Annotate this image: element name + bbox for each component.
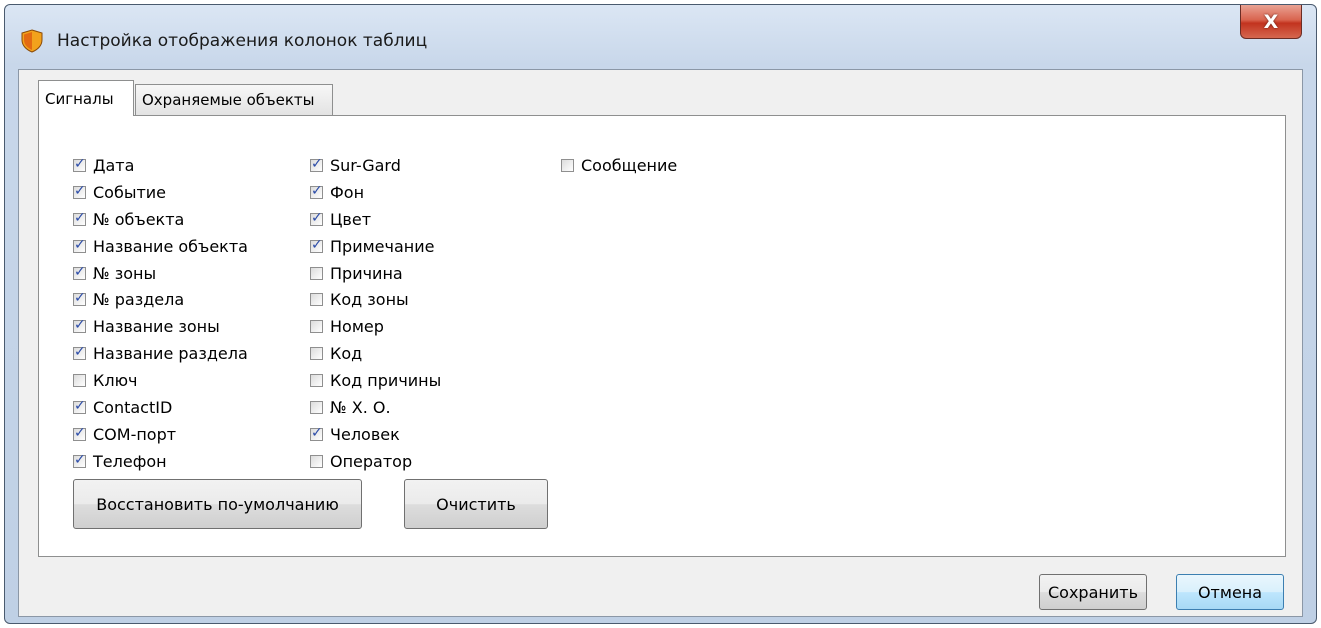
checkbox[interactable] (73, 210, 86, 226)
checkbox-option[interactable]: Номер (310, 313, 441, 340)
checkbox[interactable] (310, 400, 323, 414)
restore-defaults-label: Восстановить по-умолчанию (96, 494, 339, 514)
checkbox-column-2: Sur-Gard Фон Цвет Примечание Причина Код зоны… (310, 152, 441, 475)
checkbox-label: Ключ (93, 371, 138, 391)
save-button[interactable]: Сохранить (1039, 574, 1147, 610)
checkbox[interactable] (310, 347, 323, 361)
checkbox-option[interactable]: № Х. О. (310, 394, 441, 421)
checkbox-label: Причина (330, 263, 403, 283)
checkbox-option[interactable]: Название зоны (73, 313, 248, 340)
checkbox-option[interactable]: Цвет (310, 206, 441, 233)
checkbox[interactable] (310, 320, 323, 334)
checkbox-option[interactable]: Сообщение (561, 152, 677, 179)
checkbox-label: Название объекта (93, 236, 248, 256)
checkbox-label: Фон (330, 182, 365, 202)
checkbox-option[interactable]: № зоны (73, 260, 248, 287)
checkbox[interactable] (73, 425, 86, 441)
restore-defaults-button[interactable]: Восстановить по-умолчанию (73, 479, 362, 529)
checkbox-option[interactable]: Оператор (310, 448, 441, 475)
checkbox[interactable] (310, 237, 323, 253)
tab-signals-label: Сигналы (45, 89, 114, 108)
checkbox-label: Человек (330, 424, 400, 444)
checkbox[interactable] (310, 374, 323, 388)
checkbox-option[interactable]: COM-порт (73, 421, 248, 448)
tab-signals[interactable]: Сигналы (38, 80, 134, 116)
tab-protected-objects-label: Охраняемые объекты (142, 91, 315, 109)
clear-label: Очистить (436, 494, 516, 514)
checkbox-label: Название зоны (93, 317, 220, 337)
checkbox-option[interactable]: Код причины (310, 367, 441, 394)
checkbox-option[interactable]: Причина (310, 260, 441, 287)
checkbox[interactable] (73, 374, 86, 388)
checkbox-option[interactable]: Телефон (73, 448, 248, 475)
checkbox[interactable] (561, 158, 574, 172)
checkbox-option[interactable]: Код зоны (310, 286, 441, 313)
close-button[interactable]: X (1240, 5, 1302, 39)
checkbox[interactable] (73, 237, 86, 253)
checkbox-option[interactable]: Человек (310, 421, 441, 448)
checkbox[interactable] (73, 344, 86, 361)
checkbox-label: Примечание (330, 236, 435, 256)
checkbox[interactable] (310, 210, 323, 226)
checkbox-option[interactable]: Ключ (73, 367, 248, 394)
checkbox-label: Код (330, 344, 363, 364)
checkbox-label: № зоны (93, 263, 157, 283)
checkbox-option[interactable]: № раздела (73, 286, 248, 313)
checkbox-column-1: Дата Событие № объекта Название объекта № зо… (73, 152, 248, 475)
checkbox-label: Дата (93, 155, 135, 175)
checkbox-label: № Х. О. (330, 397, 391, 417)
settings-dialog: Настройка отображения колонок таблиц X С… (4, 4, 1317, 624)
checkbox-label: Цвет (330, 209, 372, 229)
checkbox-option[interactable]: Название раздела (73, 340, 248, 367)
checkbox-label: № раздела (93, 290, 185, 310)
checkbox-option[interactable]: Фон (310, 179, 441, 206)
checkbox[interactable] (73, 398, 86, 414)
checkbox[interactable] (310, 425, 323, 441)
checkbox-label: Оператор (330, 451, 413, 471)
checkbox[interactable] (73, 452, 86, 468)
cancel-button[interactable]: Отмена (1176, 574, 1284, 610)
tab-protected-objects[interactable]: Охраняемые объекты (135, 84, 333, 115)
checkbox[interactable] (73, 264, 86, 280)
checkbox-option[interactable]: Код (310, 340, 441, 367)
checkbox[interactable] (73, 183, 86, 199)
checkbox[interactable] (310, 156, 323, 172)
window-title: Настройка отображения колонок таблиц (57, 31, 428, 51)
shield-icon (21, 29, 43, 53)
checkbox[interactable] (310, 266, 323, 280)
checkbox[interactable] (73, 156, 86, 172)
checkbox-option[interactable]: Sur-Gard (310, 152, 441, 179)
checkbox-label: Телефон (93, 451, 167, 471)
checkbox-label: Сообщение (581, 155, 678, 175)
clear-button[interactable]: Очистить (404, 479, 548, 529)
title-bar[interactable]: Настройка отображения колонок таблиц X (5, 5, 1316, 75)
checkbox-label: ContactID (93, 397, 173, 417)
checkbox-label: Код причины (330, 371, 442, 391)
dialog-client-area: Сигналы Охраняемые объекты Дата Событие № … (18, 69, 1303, 617)
checkbox-column-3: Сообщение (561, 152, 677, 179)
checkbox[interactable] (310, 293, 323, 307)
checkbox[interactable] (73, 290, 86, 307)
checkbox-label: Название раздела (93, 344, 248, 364)
checkbox-label: № объекта (93, 209, 185, 229)
checkbox-label: Номер (330, 317, 384, 337)
cancel-label: Отмена (1197, 582, 1263, 602)
checkbox-label: Событие (93, 182, 167, 202)
checkbox-option[interactable]: № объекта (73, 206, 248, 233)
close-icon: X (1263, 10, 1279, 33)
checkbox[interactable] (73, 317, 86, 334)
checkbox-label: COM-порт (93, 424, 177, 444)
checkbox[interactable] (310, 183, 323, 199)
checkbox-option[interactable]: Событие (73, 179, 248, 206)
checkbox-option[interactable]: Название объекта (73, 233, 248, 260)
checkbox-label: Код зоны (330, 290, 409, 310)
checkbox[interactable] (310, 454, 323, 468)
checkbox-option[interactable]: Примечание (310, 233, 441, 260)
tab-panel-signals: Дата Событие № объекта Название объекта № зо… (38, 115, 1286, 557)
save-label: Сохранить (1048, 582, 1138, 602)
checkbox-label: Sur-Gard (330, 155, 401, 175)
checkbox-option[interactable]: ContactID (73, 394, 248, 421)
checkbox-option[interactable]: Дата (73, 152, 248, 179)
